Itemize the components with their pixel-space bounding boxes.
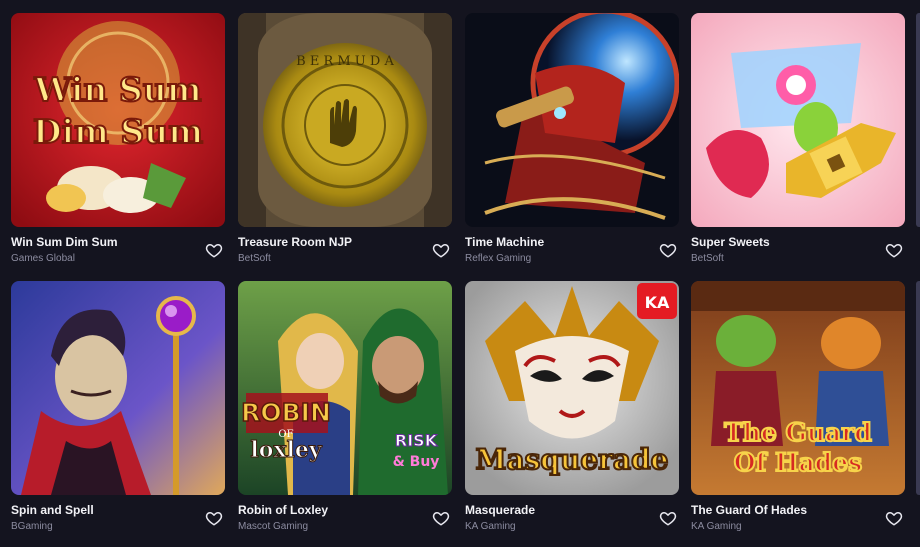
game-card[interactable]: KA Masquerade Masquerade KA Gaming bbox=[465, 281, 679, 535]
game-card[interactable]: ROBIN OF loxley RISK & Buy Robin of Loxl… bbox=[238, 281, 452, 535]
game-provider: BGaming bbox=[11, 521, 53, 532]
game-thumbnail[interactable]: ROBIN OF loxley RISK & Buy bbox=[238, 281, 452, 495]
game-art bbox=[691, 13, 905, 227]
favorite-heart-icon[interactable] bbox=[205, 509, 223, 527]
games-grid: Win Sum Dim Sum Win Sum Dim Sum Games Gl… bbox=[0, 0, 920, 547]
art-text-buy: & Buy bbox=[393, 454, 440, 470]
favorite-heart-icon[interactable] bbox=[205, 241, 223, 259]
game-thumbnail[interactable]: KA Masquerade bbox=[465, 281, 679, 495]
game-provider: BetSoft bbox=[238, 253, 271, 264]
game-art: Win Sum Dim Sum bbox=[11, 13, 225, 227]
game-card[interactable]: Win Sum Dim Sum Win Sum Dim Sum Games Gl… bbox=[11, 13, 225, 267]
game-card[interactable]: Spin and Spell BGaming bbox=[11, 281, 225, 535]
game-title[interactable]: Masquerade bbox=[465, 503, 535, 517]
game-provider: KA Gaming bbox=[465, 521, 516, 532]
game-thumbnail[interactable] bbox=[465, 13, 679, 227]
game-art bbox=[465, 13, 679, 227]
game-art: KA Masquerade bbox=[465, 281, 679, 495]
next-card-edge[interactable] bbox=[916, 13, 920, 227]
game-provider: KA Gaming bbox=[691, 521, 742, 532]
game-provider: Reflex Gaming bbox=[465, 253, 532, 264]
game-provider: BetSoft bbox=[691, 253, 724, 264]
favorite-heart-icon[interactable] bbox=[432, 509, 450, 527]
game-art: The Guard Of Hades bbox=[691, 281, 905, 495]
next-card-edge[interactable] bbox=[916, 281, 920, 495]
game-art: ROBIN OF loxley RISK & Buy bbox=[238, 281, 452, 495]
art-text-line-2: Of Hades bbox=[734, 448, 863, 477]
game-art: B E R M U D A bbox=[238, 13, 452, 227]
game-thumbnail[interactable] bbox=[691, 13, 905, 227]
game-card[interactable]: The Guard Of Hades The Guard Of Hades KA… bbox=[691, 281, 905, 535]
game-title[interactable]: The Guard Of Hades bbox=[691, 503, 807, 517]
favorite-heart-icon[interactable] bbox=[885, 241, 903, 259]
game-thumbnail[interactable] bbox=[11, 281, 225, 495]
ka-logo-text: KA bbox=[645, 293, 670, 312]
game-provider: Mascot Gaming bbox=[238, 521, 309, 532]
game-title[interactable]: Spin and Spell bbox=[11, 503, 94, 517]
game-art bbox=[11, 281, 225, 495]
art-text-risk: RISK bbox=[395, 431, 438, 450]
game-title[interactable]: Treasure Room NJP bbox=[238, 235, 352, 249]
game-card[interactable]: Time Machine Reflex Gaming bbox=[465, 13, 679, 267]
game-title[interactable]: Super Sweets bbox=[691, 235, 770, 249]
art-text: B E R M U D A bbox=[296, 54, 394, 69]
game-thumbnail[interactable]: The Guard Of Hades bbox=[691, 281, 905, 495]
game-thumbnail[interactable]: Win Sum Dim Sum bbox=[11, 13, 225, 227]
favorite-heart-icon[interactable] bbox=[659, 509, 677, 527]
art-text-line-1: Win Sum bbox=[33, 70, 201, 109]
game-title[interactable]: Win Sum Dim Sum bbox=[11, 235, 118, 249]
game-card[interactable]: Super Sweets BetSoft bbox=[691, 13, 905, 267]
art-text-line-2: Dim Sum bbox=[33, 112, 203, 151]
game-thumbnail[interactable]: B E R M U D A bbox=[238, 13, 452, 227]
art-text-robin: ROBIN bbox=[241, 398, 331, 427]
game-title[interactable]: Robin of Loxley bbox=[238, 503, 328, 517]
game-provider: Games Global bbox=[11, 253, 75, 264]
game-card[interactable]: B E R M U D A Treasure Room NJP BetSoft bbox=[238, 13, 452, 267]
favorite-heart-icon[interactable] bbox=[885, 509, 903, 527]
game-title[interactable]: Time Machine bbox=[465, 235, 544, 249]
favorite-heart-icon[interactable] bbox=[659, 241, 677, 259]
art-text: Masquerade bbox=[476, 443, 669, 476]
art-text-loxley: loxley bbox=[250, 437, 323, 463]
art-text-line-1: The Guard bbox=[724, 418, 872, 447]
favorite-heart-icon[interactable] bbox=[432, 241, 450, 259]
